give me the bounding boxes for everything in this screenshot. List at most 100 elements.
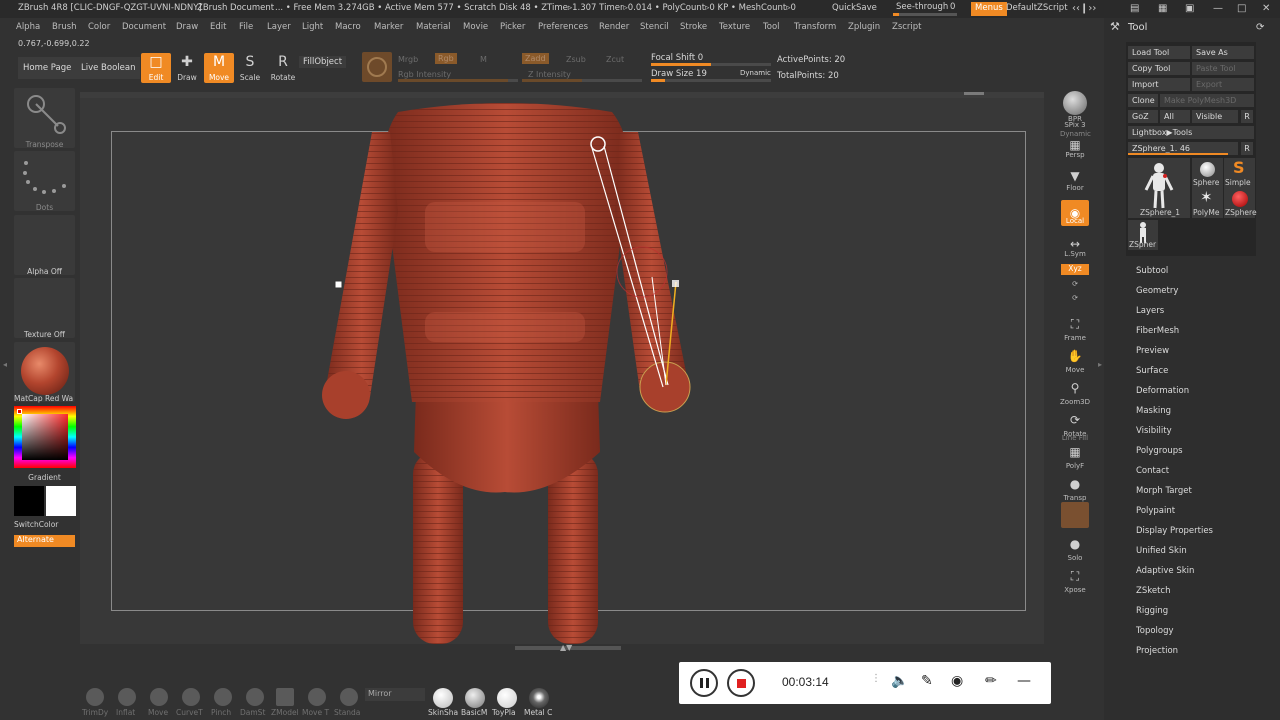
subpalette-preview[interactable]: Preview — [1136, 346, 1169, 356]
menu-marker[interactable]: Marker — [374, 22, 403, 32]
persp-button[interactable]: ▦ Persp — [1060, 139, 1090, 159]
edit-button[interactable]: □ Edit — [141, 53, 171, 83]
mic-muted-icon[interactable]: ✎ — [921, 673, 933, 689]
maximize-icon[interactable]: □ — [1237, 3, 1246, 14]
zcut-button[interactable]: Zcut — [606, 55, 624, 64]
pen-icon[interactable]: ✏ — [985, 673, 997, 689]
export-button[interactable]: Export — [1192, 78, 1254, 91]
texture-button[interactable] — [14, 278, 75, 338]
floor-button[interactable]: ▼ Floor — [1060, 168, 1090, 192]
solo-button[interactable]: ● Solo — [1060, 534, 1090, 562]
brush-standard[interactable] — [340, 688, 358, 706]
menu-material[interactable]: Material — [416, 22, 451, 32]
ghost-button[interactable] — [1060, 502, 1090, 528]
subpalette-adaptive-skin[interactable]: Adaptive Skin — [1136, 566, 1194, 576]
menu-macro[interactable]: Macro — [335, 22, 361, 32]
menu-file[interactable]: File — [239, 22, 253, 32]
layout-arrows-icon[interactable]: ‹‹❙›› — [1072, 3, 1096, 14]
subpalette-visibility[interactable]: Visibility — [1136, 426, 1172, 436]
xyz-button[interactable]: Xyz — [1060, 264, 1090, 275]
brush-inflate[interactable] — [118, 688, 136, 706]
camera-muted-icon[interactable]: ◉ — [951, 673, 963, 689]
pause-button[interactable] — [690, 669, 718, 697]
default-zscript-button[interactable]: DefaultZScript — [1006, 3, 1068, 13]
menu-color[interactable]: Color — [88, 22, 110, 32]
xpose-button[interactable]: ⛶ Xpose — [1060, 566, 1090, 594]
brush-pinch[interactable] — [214, 688, 232, 706]
make-polymesh-button[interactable]: Make PolyMesh3D — [1160, 94, 1254, 107]
brush-trimdynamic[interactable] — [86, 688, 104, 706]
polyf-button[interactable]: ▦ PolyF — [1060, 442, 1090, 470]
alpha-button[interactable] — [14, 215, 75, 275]
brush-move[interactable] — [150, 688, 168, 706]
subpalette-zsketch[interactable]: ZSketch — [1136, 586, 1170, 596]
zsphere-small-thumb[interactable]: ZSpher — [1128, 220, 1158, 250]
menu-render[interactable]: Render — [599, 22, 629, 32]
palette-close-icon[interactable]: ⟳ — [1256, 22, 1264, 33]
saturation-square[interactable] — [22, 414, 68, 460]
material-toyplastic-icon[interactable] — [497, 688, 517, 708]
menu-picker[interactable]: Picker — [500, 22, 525, 32]
subpalette-surface[interactable]: Surface — [1136, 366, 1168, 376]
save-as-button[interactable]: Save As — [1192, 46, 1254, 59]
goz-all-button[interactable]: All — [1160, 110, 1190, 123]
rgb-button[interactable]: Rgb — [435, 53, 457, 64]
m-button[interactable]: M — [480, 55, 487, 64]
move-button[interactable]: M Move — [204, 53, 234, 83]
brush-zmodeler[interactable] — [276, 688, 294, 706]
right-collapse-arrow-icon[interactable]: ▸ — [1098, 360, 1102, 369]
transpose-button[interactable] — [14, 88, 75, 148]
rgb-intensity-slider[interactable] — [398, 79, 518, 82]
menu-movie[interactable]: Movie — [463, 22, 488, 32]
see-through-slider[interactable] — [893, 13, 957, 16]
local-button[interactable]: ◉ Local — [1060, 200, 1090, 226]
menu-document[interactable]: Document — [122, 22, 166, 32]
document-canvas[interactable] — [80, 92, 1044, 644]
drag-handle-icon[interactable]: ⋮ — [871, 673, 881, 684]
simple-brush-thumb[interactable]: S Simple — [1224, 158, 1255, 188]
alternate-button[interactable]: Alternate — [14, 535, 75, 547]
menu-light[interactable]: Light — [302, 22, 323, 32]
menu-transform[interactable]: Transform — [794, 22, 836, 32]
ui-toggle-icon[interactable]: ▤ — [1130, 3, 1139, 14]
switch-color-button[interactable]: SwitchColor — [14, 520, 75, 529]
menu-preferences[interactable]: Preferences — [538, 22, 588, 32]
subpalette-fibermesh[interactable]: FiberMesh — [1136, 326, 1179, 336]
zoom3d-button[interactable]: ⚲ Zoom3D — [1060, 378, 1090, 406]
subpalette-morph-target[interactable]: Morph Target — [1136, 486, 1192, 496]
subpalette-deformation[interactable]: Deformation — [1136, 386, 1189, 396]
subpalette-rigging[interactable]: Rigging — [1136, 606, 1168, 616]
menus-button[interactable]: Menus — [971, 2, 1007, 16]
subpalette-layers[interactable]: Layers — [1136, 306, 1164, 316]
subpalette-masking[interactable]: Masking — [1136, 406, 1171, 416]
minimize-icon[interactable]: — — [1213, 3, 1223, 14]
stop-button[interactable] — [727, 669, 755, 697]
stroke-dots-button[interactable] — [14, 151, 75, 211]
rotate-axis-y-icon[interactable]: ⟳ — [1060, 280, 1090, 288]
material-basic-icon[interactable] — [465, 688, 485, 708]
menu-draw[interactable]: Draw — [176, 22, 198, 32]
sphere-tool-thumb[interactable]: Sphere — [1192, 158, 1223, 188]
secondary-color-swatch[interactable] — [14, 486, 44, 516]
brush-move-topological[interactable] — [308, 688, 326, 706]
menu-layer[interactable]: Layer — [267, 22, 291, 32]
menu-zplugin[interactable]: Zplugin — [848, 22, 880, 32]
lsym-button[interactable]: ↔ L.Sym — [1060, 238, 1090, 258]
subpalette-projection[interactable]: Projection — [1136, 646, 1178, 656]
main-color-swatch[interactable] — [46, 486, 76, 516]
left-collapse-arrow-icon[interactable]: ◂ — [3, 360, 7, 369]
subpalette-unified-skin[interactable]: Unified Skin — [1136, 546, 1187, 556]
rotate-button[interactable]: R Rotate — [268, 53, 298, 83]
load-tool-button[interactable]: Load Tool — [1128, 46, 1190, 59]
zsphere-slider[interactable]: ZSphere_1. 46 — [1128, 142, 1238, 155]
quicksave-button[interactable]: QuickSave — [832, 3, 877, 13]
menu-alpha[interactable]: Alpha — [16, 22, 40, 32]
expand-arrows-icon[interactable]: ▲▼ — [560, 643, 572, 652]
dynamic-button[interactable]: Dynamic — [740, 69, 771, 77]
move-view-button[interactable]: ✋ Move — [1060, 346, 1090, 374]
subpalette-polygroups[interactable]: Polygroups — [1136, 446, 1183, 456]
subpalette-contact[interactable]: Contact — [1136, 466, 1169, 476]
menu-tool[interactable]: Tool — [763, 22, 780, 32]
mirror-button[interactable]: Mirror — [365, 688, 425, 701]
zsphere-r-button[interactable]: R — [1241, 142, 1253, 155]
